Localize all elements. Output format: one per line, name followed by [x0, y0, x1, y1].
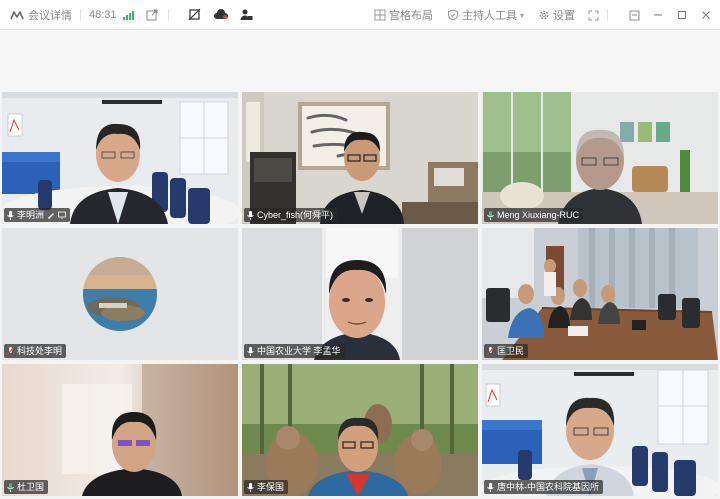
participant-name: 匡卫民: [497, 346, 525, 356]
popout-icon[interactable]: [144, 7, 160, 23]
shield-icon: [447, 9, 458, 21]
video-tile[interactable]: 科技处李明: [2, 228, 238, 360]
participant-name: 杜卫国: [17, 482, 45, 492]
meeting-logo-icon: [10, 10, 24, 19]
video-feed: [2, 364, 238, 496]
layout-button-label: 宫格布局: [388, 10, 433, 22]
minimize-icon[interactable]: [652, 9, 664, 21]
layout-button[interactable]: 宫格布局: [374, 7, 433, 23]
host-tools-button[interactable]: 主持人工具 ▾: [447, 7, 524, 23]
microphone-active-icon: [7, 482, 14, 492]
video-tile[interactable]: 唐中林-中国农科院基因所: [482, 364, 718, 496]
no-record-icon[interactable]: [187, 7, 203, 23]
video-feed: [242, 364, 478, 496]
participant-label: 杜卫国: [4, 480, 49, 494]
video-feed: [242, 228, 478, 360]
participant-label: Cyber_fish(何舜平): [244, 208, 338, 222]
microphone-icon: [247, 346, 254, 356]
participant-name: 李保国: [257, 482, 285, 492]
video-tile[interactable]: 匡卫民: [482, 228, 718, 360]
video-tile[interactable]: 李明洲: [2, 92, 238, 224]
divider: [80, 8, 81, 21]
meeting-details-button[interactable]: 会议详情: [10, 0, 72, 30]
microphone-icon: [247, 210, 254, 220]
video-tile-active-speaker[interactable]: 杜卫国: [2, 364, 238, 496]
participant-name: Cyber_fish(何舜平): [257, 210, 334, 220]
settings-button[interactable]: 设置: [538, 7, 575, 23]
title-bar: 会议详情 48:31 宫格布局 主持人工具 ▾ 设置: [0, 0, 720, 30]
pen-icon: [48, 213, 55, 219]
participant-label: 李明洲: [4, 208, 71, 222]
participant-name: 中国农业大学 李孟华: [257, 346, 341, 356]
participant-label: 中国农业大学 李孟华: [244, 344, 345, 358]
microphone-muted-icon: [7, 346, 14, 355]
divider: [167, 8, 169, 21]
microphone-active-icon: [487, 210, 494, 220]
host-tools-label: 主持人工具: [461, 10, 517, 22]
video-feed: [482, 92, 718, 224]
video-feed: [242, 92, 478, 224]
video-feed: [482, 364, 718, 496]
participant-name: 唐中林-中国农科院基因所: [497, 482, 599, 492]
video-tile[interactable]: Cyber_fish(何舜平): [242, 92, 478, 224]
settings-label: 设置: [553, 10, 575, 22]
cloud-sync-icon[interactable]: [213, 7, 229, 23]
participant-name: 科技处李明: [17, 346, 63, 356]
microphone-icon: [247, 482, 254, 492]
participant-label: 唐中林-中国农科院基因所: [484, 480, 603, 494]
video-feed: [2, 92, 238, 224]
gear-icon: [539, 10, 549, 20]
divider: [607, 9, 608, 21]
video-tile[interactable]: 中国农业大学 李孟华: [242, 228, 478, 360]
network-signal-icon[interactable]: [122, 10, 134, 20]
grid-layout-icon: [374, 9, 386, 21]
participants-lock-icon[interactable]: [239, 7, 255, 23]
title-bar-left: 会议详情 48:31: [0, 0, 255, 30]
video-tile[interactable]: Meng Xiuxiang-RUC: [482, 92, 718, 224]
microphone-icon: [7, 210, 14, 220]
participant-label: Meng Xiuxiang-RUC: [484, 208, 584, 222]
participant-label: 李保国: [244, 480, 289, 494]
participant-label: 匡卫民: [484, 344, 529, 358]
meeting-window: 会议详情 48:31 宫格布局 主持人工具 ▾ 设置 李明洲 Cyber_fis…: [0, 0, 720, 499]
participant-name: 李明洲: [17, 210, 45, 220]
participant-label: 科技处李明: [4, 344, 67, 358]
video-grid: 李明洲 Cyber_fish(何舜平) Meng Xiuxiang-RUC 科技…: [2, 92, 718, 496]
microphone-muted-icon: [487, 346, 494, 355]
fullscreen-icon[interactable]: [587, 9, 599, 21]
pin-icon[interactable]: [628, 9, 640, 21]
screen-share-icon: [58, 211, 66, 219]
meeting-duration: 48:31: [89, 8, 117, 21]
meeting-details-label: 会议详情: [28, 9, 72, 22]
video-feed: [482, 228, 718, 360]
top-empty-area: [0, 30, 720, 92]
video-tile[interactable]: 李保国: [242, 364, 478, 496]
chevron-down-icon: ▾: [519, 10, 524, 20]
maximize-icon[interactable]: [676, 9, 688, 21]
close-icon[interactable]: [700, 9, 712, 21]
avatar: [83, 257, 157, 331]
participant-name: Meng Xiuxiang-RUC: [497, 210, 580, 220]
title-bar-right: 宫格布局 主持人工具 ▾ 设置: [360, 0, 720, 30]
microphone-icon: [487, 482, 494, 492]
